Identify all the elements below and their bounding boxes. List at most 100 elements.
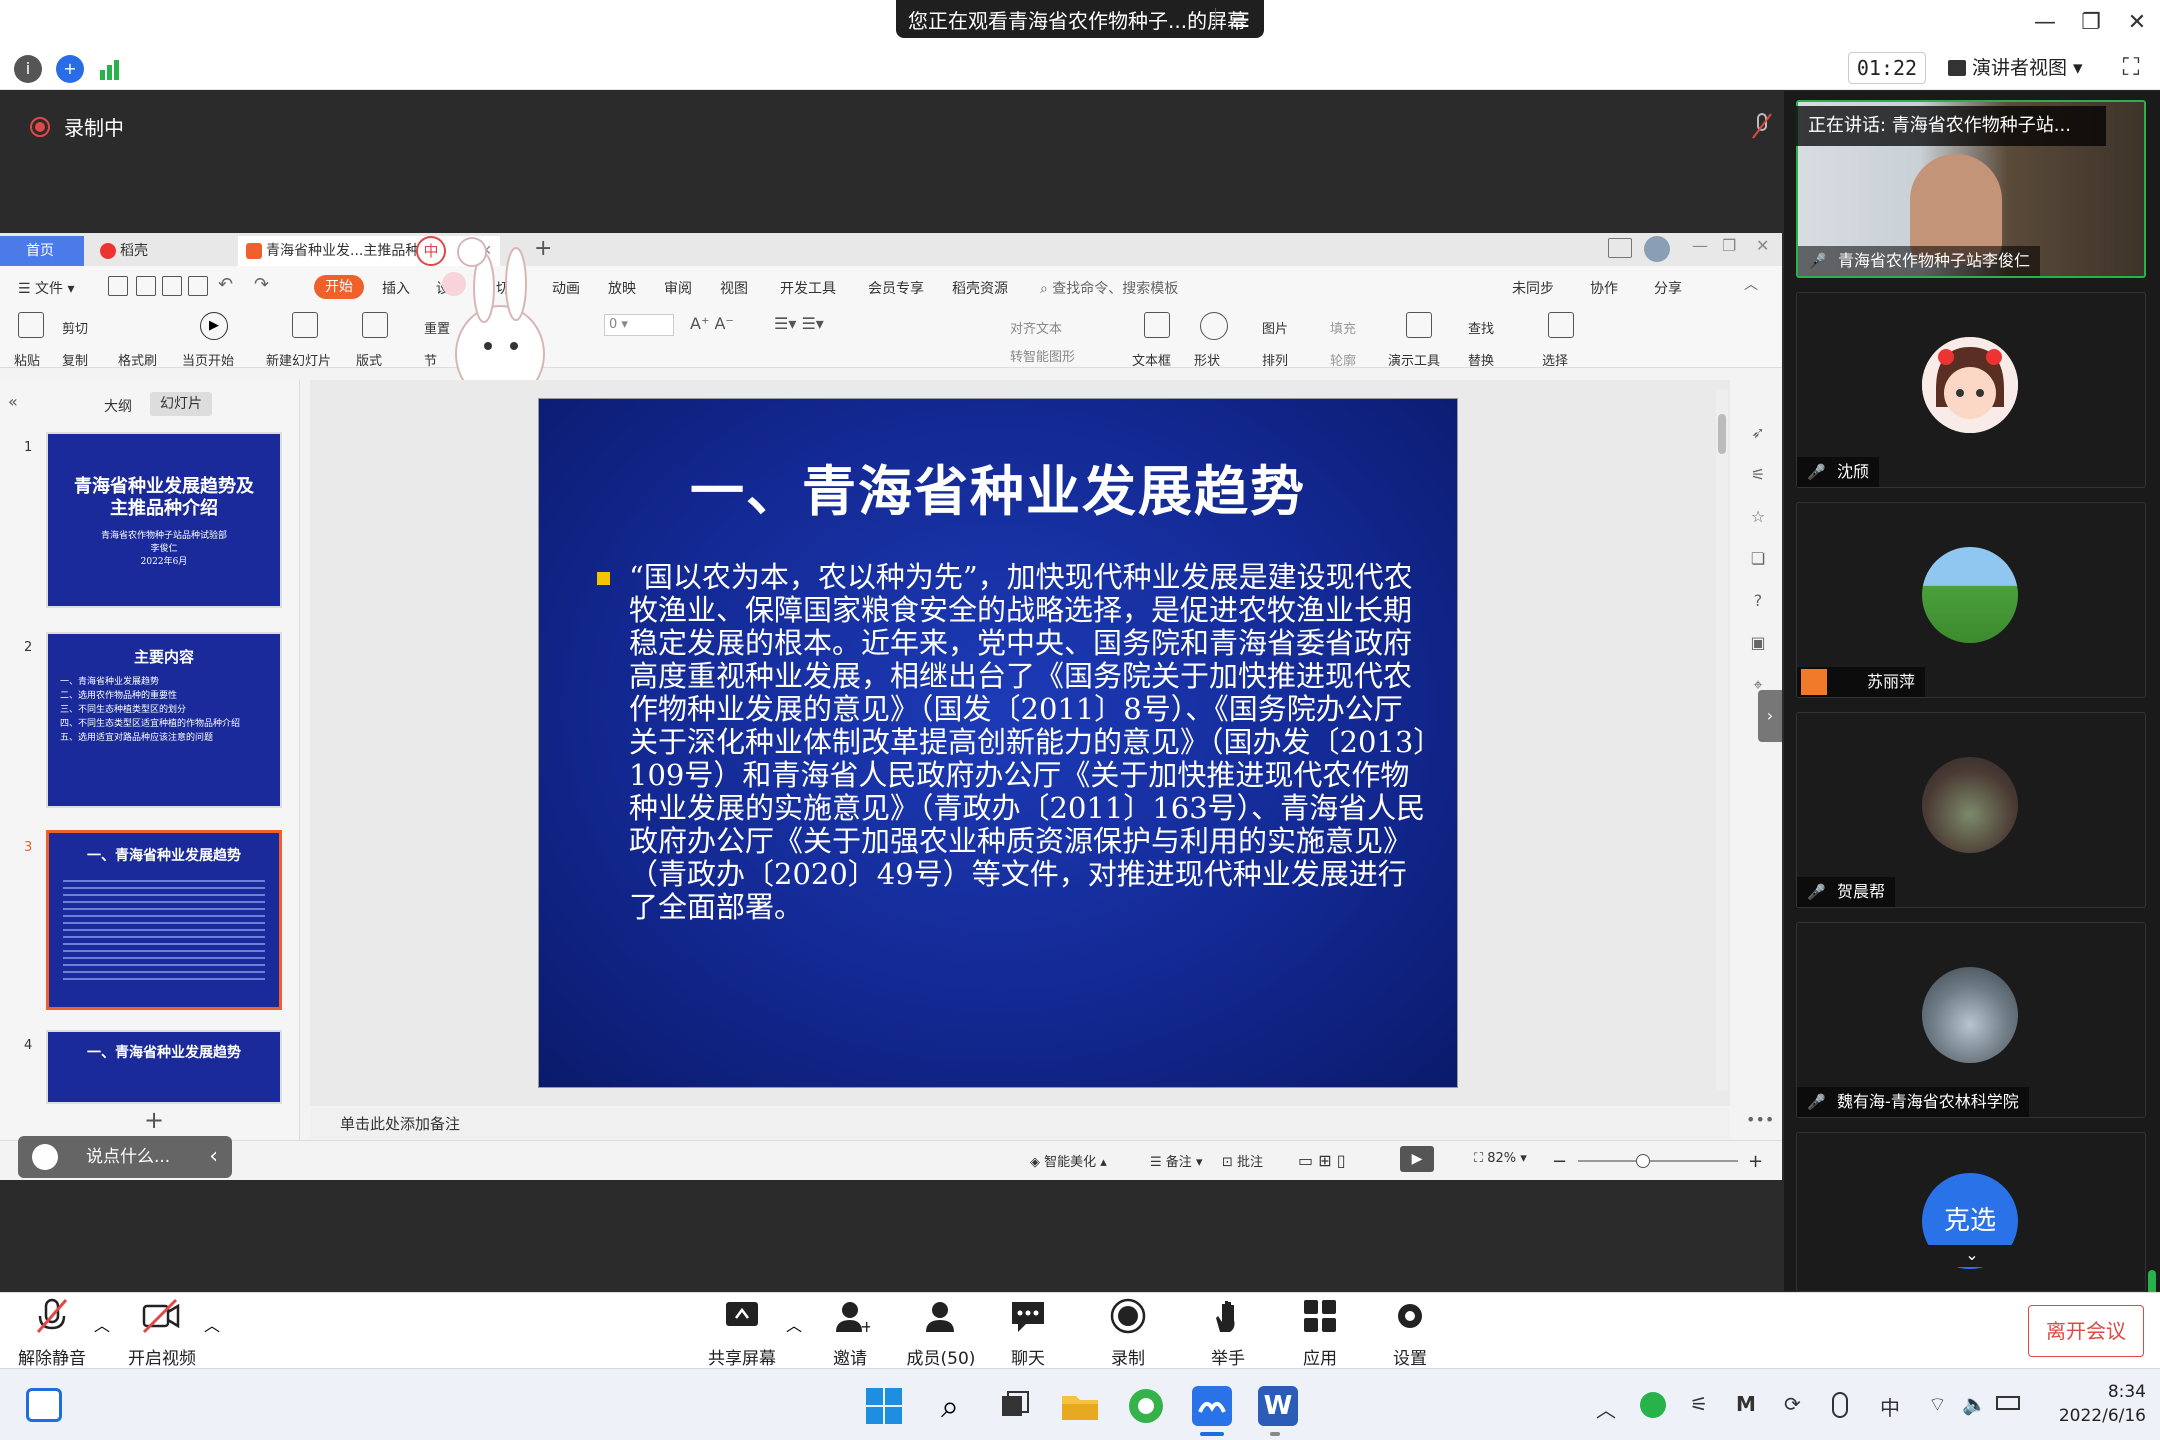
shield-icon[interactable]: + <box>56 55 84 83</box>
chat-quick-input[interactable]: 说点什么... ‹ <box>18 1136 232 1178</box>
camera-off-icon[interactable] <box>142 1298 180 1334</box>
invite-icon[interactable]: + <box>834 1298 873 1336</box>
outline-button[interactable]: 轮廓 <box>1330 350 1356 369</box>
expand-panel-icon[interactable]: › <box>1758 690 1782 742</box>
find-button[interactable]: 查找 <box>1468 318 1494 337</box>
system-clock[interactable]: 8:34 2022/6/16 <box>2030 1380 2146 1428</box>
emoji-icon[interactable] <box>32 1144 58 1170</box>
apps-icon[interactable] <box>1302 1298 1338 1334</box>
fill-button[interactable]: 填充 <box>1330 318 1356 337</box>
notes-area[interactable]: 单击此处添加备注 <box>310 1108 1730 1140</box>
start-icon[interactable] <box>864 1386 904 1426</box>
collaborate-button[interactable]: 协作 <box>1590 278 1618 298</box>
smart-art-button[interactable]: 转智能图形 <box>1010 346 1075 365</box>
menu-slideshow[interactable]: 放映 <box>608 278 636 298</box>
help-icon[interactable]: ? <box>1744 580 1772 622</box>
browser-icon[interactable] <box>1126 1386 1166 1426</box>
play-slideshow-button[interactable]: ▶ <box>1400 1146 1434 1172</box>
format-painter-button[interactable]: 格式刷 <box>118 350 157 369</box>
tray-app-icon[interactable] <box>1640 1392 1666 1418</box>
copy-icon[interactable]: ❏ <box>1744 538 1772 580</box>
unmute-button[interactable]: 解除静音 <box>16 1344 88 1369</box>
raise-hand-icon[interactable] <box>1210 1298 1246 1334</box>
fullscreen-icon[interactable]: ⛶ <box>2118 54 2144 80</box>
font-size-select[interactable]: 0 ▾ <box>604 314 674 336</box>
wps-minimize-icon[interactable]: — <box>1692 236 1708 255</box>
image-icon[interactable]: ▣ <box>1744 622 1772 664</box>
slide-thumb-3[interactable]: 一、青海省种业发展趋势 <box>46 830 282 1010</box>
user-avatar[interactable] <box>1644 236 1670 262</box>
menu-view[interactable]: 视图 <box>720 278 748 298</box>
share-button[interactable]: 分享 <box>1654 278 1682 298</box>
slide-thumb-4[interactable]: 一、青海省种业发展趋势 <box>46 1030 282 1104</box>
vertical-scrollbar[interactable] <box>1716 390 1728 1090</box>
play-from-current-icon[interactable]: ▶ <box>200 312 228 340</box>
copy-button[interactable]: 复制 <box>62 350 88 369</box>
sync-status[interactable]: 未同步 <box>1512 278 1554 298</box>
new-slide-icon[interactable] <box>292 312 318 338</box>
notes-button[interactable]: ☰ 备注 ▾ <box>1150 1151 1202 1170</box>
record-icon[interactable] <box>1110 1298 1146 1334</box>
menu-member[interactable]: 会员专享 <box>868 278 924 298</box>
participant-tile[interactable]: 沈颀 <box>1796 292 2146 488</box>
layout-icon[interactable] <box>1608 238 1632 258</box>
mic-muted-icon[interactable] <box>34 1298 70 1334</box>
comment-button[interactable]: ⊡ 批注 <box>1222 1151 1263 1170</box>
tencent-meeting-icon[interactable] <box>1192 1386 1232 1426</box>
zoom-slider-handle[interactable] <box>1636 1154 1650 1168</box>
share-screen-icon[interactable] <box>724 1298 760 1334</box>
save-icon[interactable] <box>108 276 128 296</box>
zoom-fit-button[interactable]: ⛶ 82% ▾ <box>1474 1151 1527 1166</box>
share-banner[interactable]: 您正在观看青海省农作物种子...的屏幕 ☰ <box>896 0 1264 38</box>
task-view-icon[interactable] <box>994 1386 1034 1426</box>
preview-icon[interactable] <box>188 276 208 296</box>
settings-slider-icon[interactable]: ⚟ <box>1744 454 1772 496</box>
share-options-chevron-icon[interactable]: ︿ <box>786 1312 802 1336</box>
participant-tile[interactable]: 苏丽萍 <box>1796 502 2146 698</box>
microphone-icon[interactable] <box>1832 1392 1848 1418</box>
menu-icon[interactable]: ☰ <box>1232 8 1250 32</box>
export-icon[interactable] <box>136 276 156 296</box>
zoom-slider[interactable] <box>1578 1154 1738 1168</box>
video-options-chevron-icon[interactable]: ︿ <box>204 1312 220 1336</box>
members-button[interactable]: 成员(50) <box>900 1344 982 1369</box>
volume-icon[interactable]: 🔈 <box>1962 1392 1987 1416</box>
select-icon[interactable] <box>1548 312 1574 338</box>
menu-daoke-resources[interactable]: 稻壳资源 <box>952 278 1008 298</box>
share-screen-button[interactable]: 共享屏幕 <box>704 1344 780 1369</box>
section-button[interactable]: 节 <box>424 350 437 369</box>
leave-meeting-button[interactable]: 离开会议 <box>2028 1305 2144 1357</box>
widgets-icon[interactable] <box>26 1388 62 1422</box>
ime-icon[interactable]: 中 <box>1880 1392 1900 1421</box>
menu-file[interactable]: ☰ 文件 ▾ <box>18 278 75 298</box>
presentation-tools-icon[interactable] <box>1406 312 1432 338</box>
search-icon[interactable]: ⌕ <box>930 1386 970 1426</box>
scroll-thumb[interactable] <box>1718 414 1726 454</box>
participant-tile[interactable]: 克选 ⌄ <box>1796 1132 2146 1292</box>
collapse-panel-icon[interactable]: « <box>8 392 18 411</box>
slide-thumb-2[interactable]: 主要内容 一、青海省种业发展趋势 二、选用农作物品种的重要性 三、不同生态种植类… <box>46 632 282 808</box>
menu-developer[interactable]: 开发工具 <box>780 278 836 298</box>
participant-tile[interactable]: 贺晨帮 <box>1796 712 2146 908</box>
participant-tile[interactable]: 魏有海-青海省农林科学院 <box>1796 922 2146 1118</box>
font-grow-icon[interactable]: A⁺ A⁻ <box>690 314 734 333</box>
wifi-icon[interactable]: ⌔ <box>1928 1392 1947 1417</box>
tray-m-icon[interactable]: M <box>1736 1392 1756 1416</box>
start-video-button[interactable]: 开启视频 <box>126 1344 198 1369</box>
apps-button[interactable]: 应用 <box>1292 1344 1348 1369</box>
cut-button[interactable]: 剪切 <box>62 318 88 337</box>
tray-settings-icon[interactable]: ⚟ <box>1690 1392 1708 1416</box>
add-slide-icon[interactable]: + <box>144 1106 164 1134</box>
tray-chevron-icon[interactable]: ︿ <box>1596 1394 1616 1423</box>
redo-icon[interactable]: ↷ <box>254 274 269 295</box>
signal-icon[interactable] <box>98 58 122 80</box>
paste-icon[interactable] <box>18 312 44 338</box>
zoom-in-icon[interactable]: + <box>1748 1151 1763 1172</box>
tab-outline[interactable]: 大纲 <box>104 396 132 416</box>
chat-button[interactable]: 聊天 <box>1000 1344 1056 1369</box>
tab-slides[interactable]: 幻灯片 <box>150 392 212 416</box>
collapse-ribbon-icon[interactable]: ︿ <box>1744 274 1758 294</box>
menu-review[interactable]: 审阅 <box>664 278 692 298</box>
more-icon[interactable]: ••• <box>1746 1110 1774 1129</box>
info-icon[interactable]: i <box>14 55 42 83</box>
